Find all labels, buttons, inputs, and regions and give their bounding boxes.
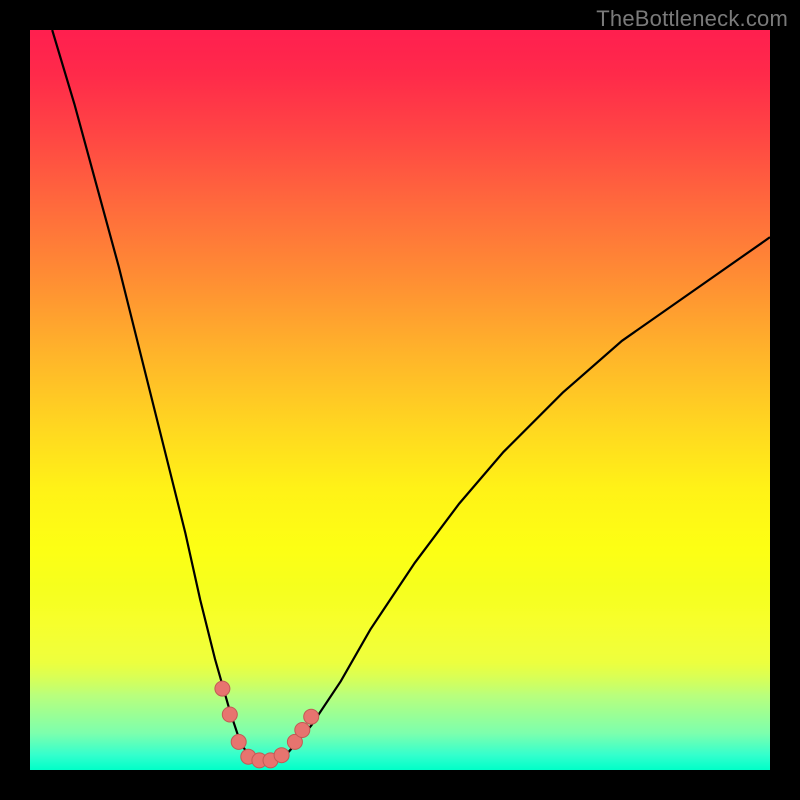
marker-group (215, 681, 319, 768)
plot-area (30, 30, 770, 770)
data-marker (295, 723, 310, 738)
curve-svg (30, 30, 770, 770)
data-marker (231, 734, 246, 749)
bottleneck-curve (52, 30, 770, 761)
data-marker (304, 709, 319, 724)
data-marker (215, 681, 230, 696)
watermark-text: TheBottleneck.com (596, 6, 788, 32)
data-marker (274, 748, 289, 763)
chart-frame: TheBottleneck.com (0, 0, 800, 800)
data-marker (222, 707, 237, 722)
